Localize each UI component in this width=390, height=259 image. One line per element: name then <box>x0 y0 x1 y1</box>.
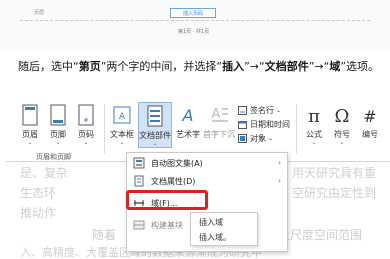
wordart-button[interactable]: A 艺术字 <box>174 102 202 148</box>
object-icon <box>238 133 247 143</box>
quick-parts-icon <box>147 105 163 127</box>
header-label: 页眉 <box>34 10 45 16</box>
document-property-icon <box>134 175 144 187</box>
svg-text:#: # <box>83 117 88 124</box>
dropcap-icon: A <box>212 107 228 122</box>
field-item-highlight <box>126 190 208 210</box>
doc-body-line: 随着 <box>92 228 117 242</box>
header-button[interactable]: 页眉 ⌄ <box>16 102 44 148</box>
calendar-icon <box>238 120 247 129</box>
wordart-icon: A <box>182 106 194 125</box>
menu-item-document-property[interactable]: 文档属性(D) › <box>127 171 287 191</box>
signature-icon <box>238 105 247 115</box>
number-button[interactable]: # 编号 <box>356 102 384 148</box>
footer-icon <box>50 104 66 126</box>
svg-text:#: # <box>363 107 376 126</box>
header-icon <box>22 104 38 126</box>
doc-body-line: 生态环 <box>20 186 57 200</box>
submenu-item-insert-field-desc: 插入域。 <box>199 233 231 242</box>
page-number-field-box: 插入页码 <box>170 8 216 18</box>
chevron-right-icon: › <box>278 177 281 185</box>
instruction-text: 随后，选中“第页”两个字的中间，并选择“插入”→“文档部件”→“域”选项。 <box>18 60 380 73</box>
header-divider <box>20 20 370 21</box>
doc-body-line: 推动作 <box>20 206 57 220</box>
page-number-icon: # <box>78 104 94 126</box>
svg-text:π: π <box>308 106 320 126</box>
textbox-button[interactable]: A 文本框 ⌄ <box>108 102 136 148</box>
menu-item-autotext[interactable]: 自动图文集(A) › <box>127 153 287 173</box>
building-blocks-icon <box>133 220 145 230</box>
object-button[interactable]: 对象 ⌄ <box>238 132 273 144</box>
equation-button[interactable]: π 公式 ⌄ <box>300 102 328 148</box>
footer-button[interactable]: 页脚 ⌄ <box>44 102 72 148</box>
equation-icon: π <box>308 106 320 126</box>
doc-body-line: 空研究由定性到 <box>292 186 377 200</box>
autotext-icon <box>133 157 145 169</box>
doc-body-line: 是、复杂 <box>20 166 69 180</box>
page-number-button[interactable]: # 页码 ⌄ <box>72 102 100 148</box>
group-caption-header-footer: 页眉和页脚 <box>36 153 71 161</box>
svg-text:A: A <box>212 107 221 122</box>
dropcap-button[interactable]: A 首字下沉 <box>202 102 236 148</box>
document-header-area: 页眉 插入页码 第1页 · 共1页 <box>0 0 390 50</box>
svg-text:A: A <box>182 106 194 125</box>
number-icon: # <box>363 107 376 126</box>
svg-text:Ω: Ω <box>335 106 350 126</box>
symbol-button[interactable]: Ω 符号 ⌄ <box>328 102 356 148</box>
field-submenu: 插入域 插入域。 <box>190 212 258 246</box>
chevron-right-icon: › <box>278 159 281 167</box>
datetime-button[interactable]: 日期和时间 <box>238 118 290 130</box>
signature-line-button[interactable]: 签名行 ⌄ <box>238 104 281 116</box>
textbox-icon: A <box>113 106 131 124</box>
submenu-item-insert-field[interactable]: 插入域 <box>199 217 223 228</box>
quick-parts-button[interactable]: 文档部件 ⌄ <box>138 102 172 148</box>
symbol-icon: Ω <box>335 106 350 126</box>
page-of-label: 第1页 · 共1页 <box>178 29 210 35</box>
doc-body-line: 用天研究具有重 <box>292 166 377 180</box>
svg-text:A: A <box>119 112 126 122</box>
doc-body-line: 大尺度空间范围 <box>278 228 363 242</box>
